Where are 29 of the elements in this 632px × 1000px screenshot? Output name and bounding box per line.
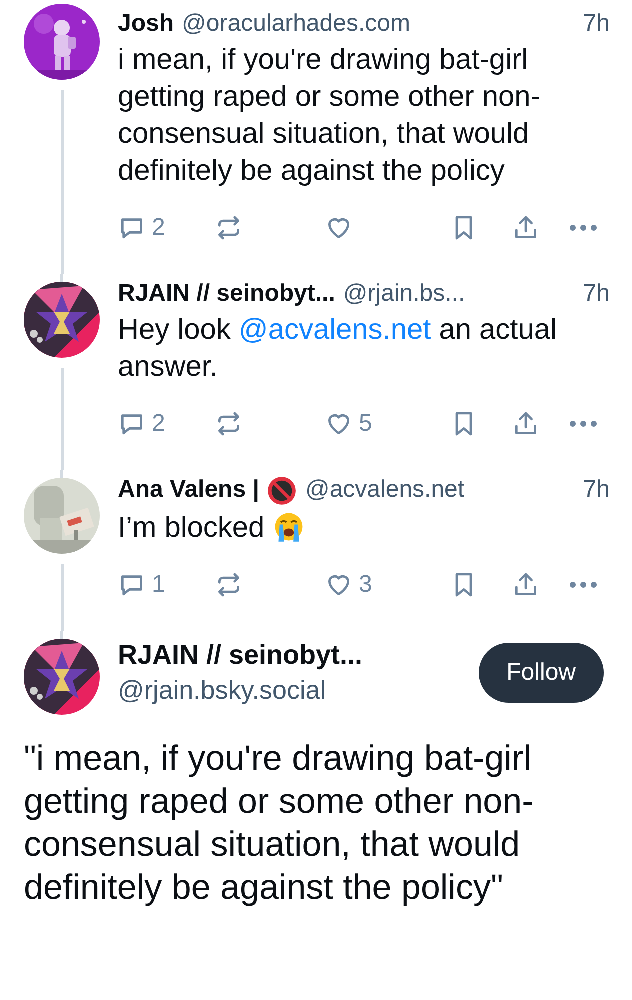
author-handle[interactable]: @acvalens.net — [305, 476, 465, 504]
mention-link[interactable]: @acvalens.net — [238, 314, 432, 346]
reply-button[interactable]: 2 — [118, 410, 166, 438]
like-button[interactable]: 3 — [325, 571, 372, 599]
crying-face-icon — [272, 511, 305, 543]
post-text: i mean, if you're drawing bat-girl getting raped or some other non-consensual situation, that would definitely be against the policy — [118, 44, 540, 187]
post-text: Hey look @acvalens.net an actual answer. — [118, 314, 557, 383]
author-name[interactable]: Josh — [118, 10, 174, 38]
more-button[interactable] — [570, 225, 597, 231]
more-icon — [570, 421, 597, 427]
more-icon — [570, 582, 597, 588]
author-handle[interactable]: @rjain.bsky.social — [118, 675, 479, 706]
author-handle[interactable]: @rjain.bs... — [343, 280, 466, 308]
more-icon — [570, 225, 597, 231]
post-time: 7h — [583, 280, 610, 308]
author-name[interactable]: Ana Valens | — [118, 476, 260, 504]
post-time: 7h — [583, 476, 610, 504]
post-text: I’m blocked — [118, 512, 266, 544]
reply-button[interactable]: 1 — [118, 571, 166, 599]
post-time: 7h — [583, 10, 610, 38]
more-button[interactable] — [570, 421, 597, 427]
post-text: "i mean, if you're drawing bat-girl getting raped or some other non-consensual situation, that would definitely be against the policy" — [23, 738, 535, 909]
like-button[interactable]: 5 — [325, 410, 372, 438]
author-handle[interactable]: @oracularhades.com — [182, 10, 410, 38]
more-button[interactable] — [570, 582, 597, 588]
author-name[interactable]: RJAIN // seinobyt... — [118, 280, 336, 308]
follow-button[interactable]: Follow — [478, 643, 604, 703]
author-name[interactable]: RJAIN // seinobyt... — [118, 640, 479, 671]
reply-button[interactable]: 2 — [118, 214, 166, 242]
